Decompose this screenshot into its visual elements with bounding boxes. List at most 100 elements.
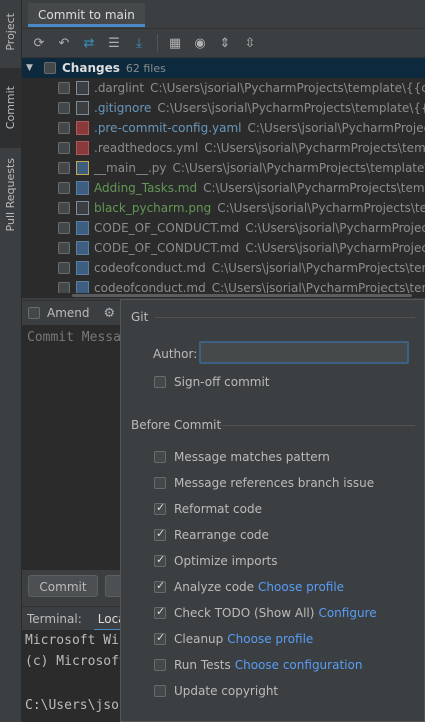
option-label[interactable]: Reformat code	[174, 502, 262, 516]
amend-label[interactable]: Amend	[47, 306, 90, 320]
file-row[interactable]: Adding_Tasks.md C:\Users\jsorial\PycharmP…	[22, 178, 425, 198]
markdown-file-icon	[76, 261, 89, 275]
option-checkbox[interactable]	[154, 579, 166, 593]
file-row[interactable]: .darglint C:\Users\jsorial\PycharmProject…	[22, 78, 425, 98]
changes-checkbox[interactable]	[44, 62, 56, 74]
file-row[interactable]: black_pycharm.png C:\Users\jsorial\Pychar…	[22, 198, 425, 218]
before-commit-section-title: Before Commit	[131, 418, 222, 432]
option-checkbox[interactable]	[154, 477, 166, 489]
file-row[interactable]: .pre-commit-config.yaml C:\Users\jsorial\…	[22, 118, 425, 138]
option-label[interactable]: Cleanup	[174, 632, 223, 646]
before-commit-option[interactable]: Optimize imports	[154, 552, 278, 570]
changes-count: 62 files	[125, 61, 166, 75]
before-commit-option[interactable]: Update copyright	[154, 682, 278, 700]
before-commit-option[interactable]: Cleanup Choose profile	[154, 630, 313, 648]
file-checkbox[interactable]	[58, 222, 70, 234]
file-checkbox[interactable]	[58, 142, 70, 154]
side-tab-pull-requests[interactable]: Pull Requests	[0, 158, 21, 232]
terminal-prompt: C:\Users\jso	[25, 698, 119, 713]
option-checkbox[interactable]	[154, 527, 166, 541]
collapse-all-icon[interactable]: ⇳	[239, 32, 261, 54]
option-checkbox[interactable]	[154, 659, 166, 671]
view-options-icon[interactable]: ◉	[189, 32, 211, 54]
section-divider	[219, 425, 415, 426]
file-row[interactable]: .readthedocs.yml C:\Users\jsorial\Pycharm…	[22, 138, 425, 158]
terminal-line: (c) Microsoft	[25, 654, 127, 669]
side-tab-commit[interactable]: Commit	[0, 68, 21, 148]
option-link[interactable]: Choose profile	[227, 632, 313, 646]
option-checkbox[interactable]	[154, 631, 166, 645]
amend-checkbox[interactable]	[28, 307, 40, 319]
horizontal-scrollbar[interactable]	[22, 293, 425, 298]
file-row[interactable]: CODE_OF_CONDUCT.md C:\Users\jsorial\Pycha…	[22, 238, 425, 258]
file-row[interactable]: .gitignore C:\Users\jsorial\PycharmProjec…	[22, 98, 425, 118]
gitignore-file-icon	[76, 101, 89, 115]
option-link[interactable]: Choose profile	[258, 580, 344, 594]
file-checkbox[interactable]	[58, 242, 70, 254]
option-label[interactable]: Check TODO (Show All)	[174, 606, 314, 620]
diff-icon[interactable]: ⇄	[78, 32, 100, 54]
file-name: codeofconduct.md	[94, 261, 206, 275]
expand-all-icon[interactable]: ⇕	[214, 32, 236, 54]
option-label[interactable]: Optimize imports	[174, 554, 278, 568]
option-label[interactable]: Message matches pattern	[174, 450, 330, 464]
file-checkbox[interactable]	[58, 182, 70, 194]
file-path: C:\Users\jsorial\PycharmProjects\templat…	[211, 261, 425, 275]
file-name: .readthedocs.yml	[94, 141, 199, 155]
option-checkbox[interactable]	[154, 501, 166, 515]
refresh-icon[interactable]: ⟳	[28, 32, 50, 54]
before-commit-option[interactable]: Rearrange code	[154, 526, 269, 544]
download-icon[interactable]: ⤓	[128, 32, 150, 54]
signoff-option[interactable]: Sign-off commit	[154, 373, 270, 391]
option-label[interactable]: Update copyright	[174, 684, 278, 698]
author-input[interactable]	[199, 341, 409, 364]
rollback-icon[interactable]: ↶	[53, 32, 75, 54]
file-checkbox[interactable]	[58, 202, 70, 214]
option-checkbox[interactable]	[154, 451, 166, 463]
chevron-down-icon[interactable]: ▼	[26, 63, 38, 73]
option-link[interactable]: Choose configuration	[235, 658, 363, 672]
scrollbar-thumb[interactable]	[72, 294, 412, 297]
commit-button[interactable]: Commit	[28, 575, 98, 597]
option-label[interactable]: Message references branch issue	[174, 476, 374, 490]
commit-options-popup: Git Author: Sign-off commit Before Commi…	[120, 299, 425, 722]
before-commit-option[interactable]: Check TODO (Show All) Configure	[154, 604, 377, 622]
before-commit-option[interactable]: Reformat code	[154, 500, 262, 518]
changes-group-row[interactable]: ▼ Changes 62 files	[22, 58, 425, 78]
file-path: C:\Users\jsorial\PycharmProjects\templat…	[157, 101, 425, 115]
changes-label: Changes	[62, 61, 120, 75]
option-label[interactable]: Run Tests	[174, 658, 231, 672]
file-checkbox[interactable]	[58, 82, 70, 94]
group-by-icon[interactable]: ▦	[164, 32, 186, 54]
file-row[interactable]: codeofconduct.md C:\Users\jsorial\Pycharm…	[22, 258, 425, 278]
file-name: CODE_OF_CONDUCT.md	[94, 241, 240, 255]
signoff-label[interactable]: Sign-off commit	[174, 375, 270, 389]
option-checkbox[interactable]	[154, 553, 166, 567]
option-label[interactable]: Rearrange code	[174, 528, 269, 542]
file-checkbox[interactable]	[58, 122, 70, 134]
side-tab-project[interactable]: Project	[0, 6, 21, 58]
python-file-icon	[76, 161, 89, 175]
markdown-file-icon	[76, 181, 89, 195]
option-checkbox[interactable]	[154, 605, 166, 619]
option-label[interactable]: Analyze code	[174, 580, 254, 594]
gear-icon[interactable]: ⚙	[104, 306, 116, 321]
commit-to-main-tab[interactable]: Commit to main	[28, 3, 145, 27]
option-checkbox[interactable]	[154, 685, 166, 697]
signoff-checkbox[interactable]	[154, 376, 166, 388]
file-list: .darglint C:\Users\jsorial\PycharmProject…	[22, 78, 425, 298]
file-path: C:\Users\jsorial\PycharmProjects\templat…	[247, 121, 425, 135]
file-row[interactable]: __main__.py C:\Users\jsorial\PycharmProje…	[22, 158, 425, 178]
option-link[interactable]: Configure	[318, 606, 376, 620]
before-commit-option[interactable]: Run Tests Choose configuration	[154, 656, 362, 674]
author-label: Author:	[153, 347, 198, 361]
file-checkbox[interactable]	[58, 262, 70, 274]
before-commit-option[interactable]: Message references branch issue	[154, 474, 374, 492]
before-commit-option[interactable]: Message matches pattern	[154, 448, 330, 466]
before-commit-option[interactable]: Analyze code Choose profile	[154, 578, 344, 596]
file-checkbox[interactable]	[58, 102, 70, 114]
shelve-icon[interactable]: ☰	[103, 32, 125, 54]
text-file-icon	[76, 81, 89, 95]
file-checkbox[interactable]	[58, 162, 70, 174]
file-row[interactable]: CODE_OF_CONDUCT.md C:\Users\jsorial\Pycha…	[22, 218, 425, 238]
